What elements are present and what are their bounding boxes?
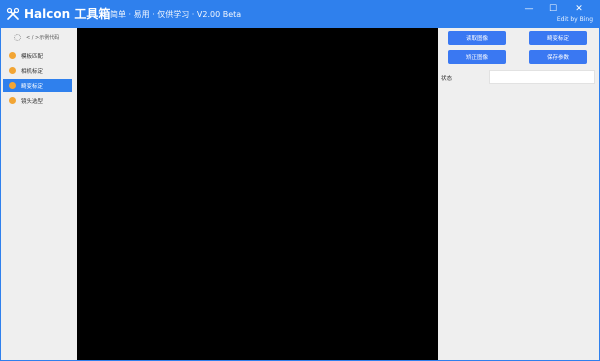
close-button[interactable]: ✕ [569,3,589,15]
dot-icon [9,82,16,89]
gear-icon [14,33,21,41]
tools-icon [6,7,20,20]
sidebar-item-lens-selection[interactable]: 镜头选型 [3,94,72,107]
status-label: 状态 [441,76,453,82]
sidebar-item-distortion-calibration[interactable]: 畸变标定 [3,79,72,92]
title-bar[interactable]: Halcon 工具箱 简单 · 易用 · 仅供学习 · V2.00 Beta —… [1,1,599,28]
app-title: Halcon 工具箱 [24,7,111,21]
sidebar-header: < / >示例代码 [14,32,59,42]
minimize-button[interactable]: — [519,3,539,15]
dot-icon [9,97,16,104]
sidebar-header-label: < / >示例代码 [26,34,60,41]
maximize-button[interactable]: ☐ [543,3,563,15]
app-window: Halcon 工具箱 简单 · 易用 · 仅供学习 · V2.00 Beta —… [0,0,600,361]
sidebar-item-template-matching[interactable]: 模板匹配 [3,49,72,62]
save-params-button[interactable]: 保存参数 [529,50,587,64]
status-field[interactable] [489,70,595,84]
correct-image-button[interactable]: 矫正图像 [448,50,506,64]
sidebar: < / >示例代码 模板匹配 相机标定 畸变标定 镜头选型 [1,28,73,360]
read-image-button[interactable]: 读取图像 [448,31,506,45]
credit-text: Edit by Bing [556,16,593,23]
sidebar-item-label: 相机标定 [21,68,44,75]
image-display[interactable] [77,28,438,360]
sidebar-item-label: 镜头选型 [21,98,44,105]
dot-icon [9,67,16,74]
sidebar-item-camera-calibration[interactable]: 相机标定 [3,64,72,77]
distortion-calibration-button[interactable]: 畸变标定 [529,31,587,45]
dot-icon [9,52,16,59]
sidebar-item-label: 模板匹配 [21,53,44,60]
app-subtitle: 简单 · 易用 · 仅供学习 · V2.00 Beta [110,10,242,19]
sidebar-item-label: 畸变标定 [21,83,44,90]
